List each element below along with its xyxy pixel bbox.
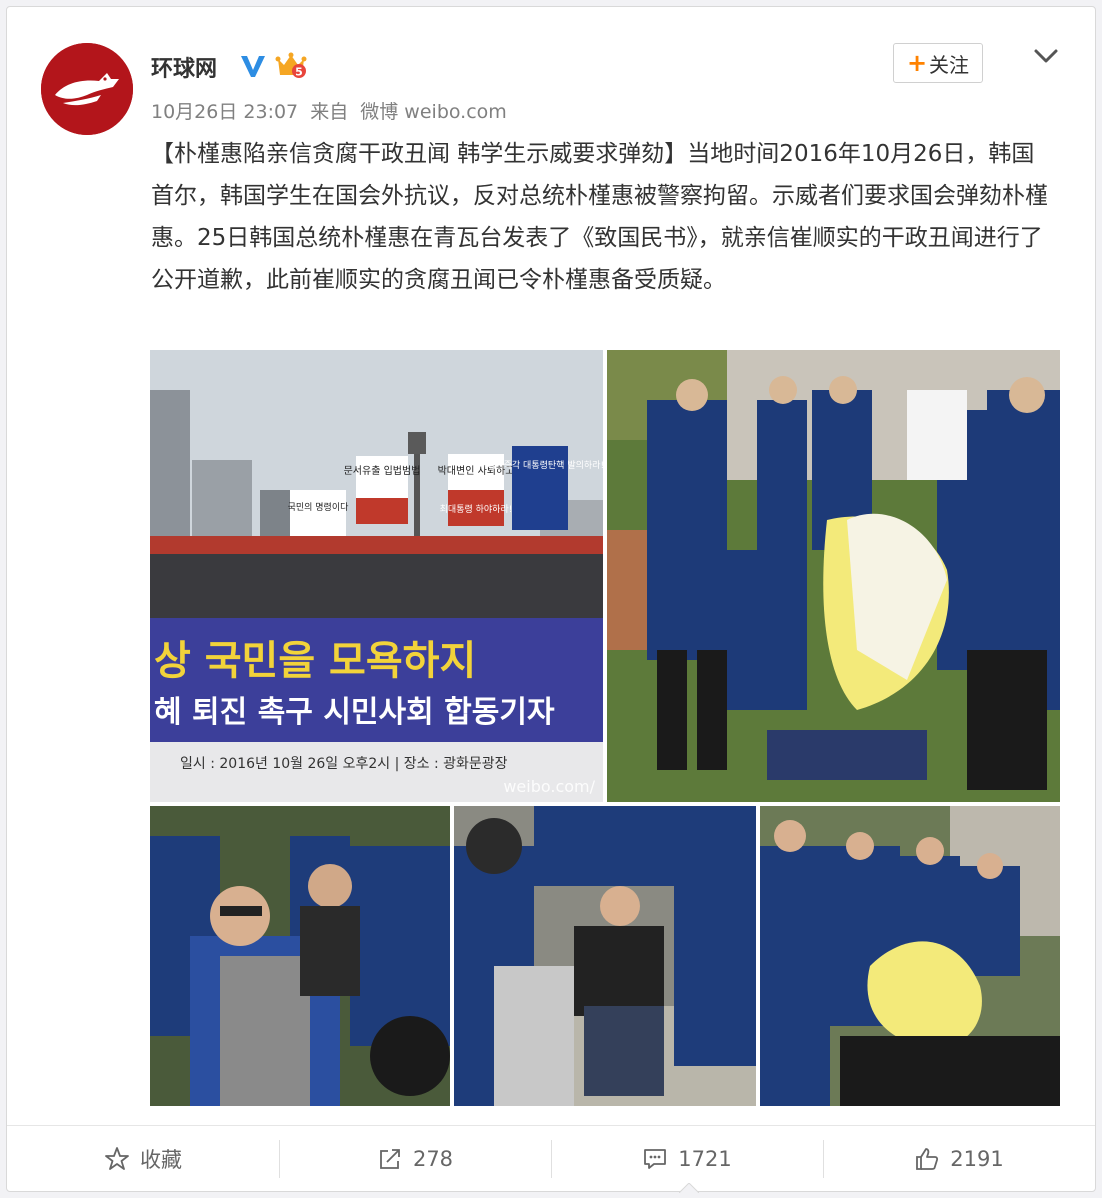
photo-yellow-banner[interactable] [760, 806, 1060, 1106]
banner-line3: 일시 : 2016년 10월 26일 오후2시 | 장소 : 광화문광장 [180, 756, 508, 772]
banner-line1: 상 국민을 모욕하지 [154, 638, 476, 684]
share-icon [380, 1148, 400, 1169]
post-meta: 10月26日 23:07 来自 微博 weibo.com [151, 97, 513, 124]
author-name[interactable]: 环球网 [151, 51, 217, 83]
comment-button[interactable]: 1721 [551, 1126, 823, 1191]
post-source[interactable]: 微博 weibo.com [360, 101, 507, 123]
thumbs-up-icon [916, 1147, 939, 1170]
source-prefix: 来自 [310, 101, 349, 123]
comment-icon [644, 1148, 667, 1169]
crown-level-icon[interactable]: 5 [275, 51, 307, 81]
favorite-button[interactable]: 收藏 [7, 1126, 279, 1191]
protest-sign-text: 문서유출 입법범법 [344, 464, 421, 477]
protest-sign-text: 최대통령 하야하라! [440, 503, 513, 515]
star-icon [105, 1146, 129, 1170]
repost-button[interactable]: 278 [279, 1126, 551, 1191]
huanqiu-logo-icon [41, 43, 133, 135]
banner-line2: 혜 퇴진 촉구 시민사회 합동기자 [154, 695, 555, 730]
weibo-post-card: 环球网 5 10月26日 23:07 来自 微博 weibo.com + 关注 … [6, 6, 1096, 1193]
like-button[interactable]: 2191 [823, 1126, 1095, 1191]
follow-label: 关注 [929, 52, 970, 77]
verified-v-icon [241, 56, 265, 77]
photo-student-shouting[interactable] [150, 806, 450, 1106]
repost-count: 278 [412, 1146, 454, 1171]
svg-text:5: 5 [295, 66, 303, 79]
post-text: 【朴槿惠陷亲信贪腐干政丑闻 韩学生示威要求弹劾】当地时间2016年10月26日，… [151, 141, 1048, 293]
protest-sign-text: 국회는 즉각 대통령탄핵 발의하라! [476, 459, 603, 471]
follow-button[interactable]: + 关注 [893, 43, 983, 83]
chevron-down-icon[interactable] [1031, 41, 1061, 71]
comment-caret-icon [679, 1183, 699, 1193]
protest-sign-text: 국민의 명령이다 [288, 501, 350, 513]
plus-icon: + [906, 49, 928, 77]
like-count: 2191 [950, 1146, 1004, 1171]
photo-protest-banner[interactable]: 문서유출 입법범법 박대변인 사퇴하고 최대통령 하야하라! 국회는 즉각 대통… [150, 350, 603, 802]
action-bar: 收藏 278 1721 2191 [7, 1125, 1095, 1191]
favorite-label: 收藏 [140, 1147, 182, 1172]
avatar[interactable] [41, 43, 133, 135]
photo-police-detain[interactable] [607, 350, 1060, 802]
comment-count: 1721 [678, 1146, 732, 1171]
photo-girl-pulled[interactable] [454, 806, 756, 1106]
post-timestamp[interactable]: 10月26日 23:07 [151, 101, 298, 123]
watermark: weibo.com/ [503, 777, 595, 796]
